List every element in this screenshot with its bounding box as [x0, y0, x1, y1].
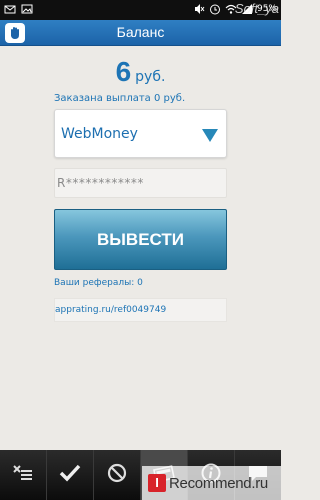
payment-system-value: WebMoney — [61, 126, 138, 142]
image-icon — [21, 3, 33, 15]
block-icon — [105, 462, 129, 488]
checkmark-icon — [58, 462, 82, 488]
page-title: Баланс — [116, 24, 165, 40]
payout-requested-text: Заказана выплата 0 руб. — [54, 93, 186, 104]
toolbar-block-button[interactable] — [94, 450, 141, 500]
recommend-watermark: I Recommend.ru — [142, 466, 281, 500]
status-notifications — [4, 3, 33, 15]
recommend-watermark-text: Recommend.ru — [169, 474, 268, 492]
mute-icon — [193, 3, 205, 15]
toolbar-list-button[interactable] — [0, 450, 47, 500]
header-bar: Баланс — [0, 20, 281, 46]
withdraw-button[interactable]: ВЫВЕСТИ — [54, 209, 227, 270]
referral-link-field[interactable]: apprating.ru/ref0049749 — [54, 298, 227, 322]
wallet-number-input[interactable] — [54, 168, 227, 198]
list-icon — [11, 462, 35, 488]
status-bar: 95% Soft_ya — [0, 0, 281, 20]
toolbar-check-button[interactable] — [47, 450, 94, 500]
alarm-icon — [209, 3, 221, 15]
payment-system-select[interactable]: WebMoney — [54, 109, 227, 158]
watermark-top: Soft_ya — [234, 1, 279, 16]
email-icon — [4, 3, 16, 15]
balance-display: 6 руб. — [0, 56, 281, 88]
balance-currency: руб. — [135, 69, 166, 85]
dropdown-arrow-icon — [202, 129, 218, 142]
balance-amount: 6 — [115, 56, 132, 87]
recommend-logo-icon: I — [148, 474, 166, 492]
referrals-count-text: Ваши рефералы: 0 — [54, 278, 143, 288]
